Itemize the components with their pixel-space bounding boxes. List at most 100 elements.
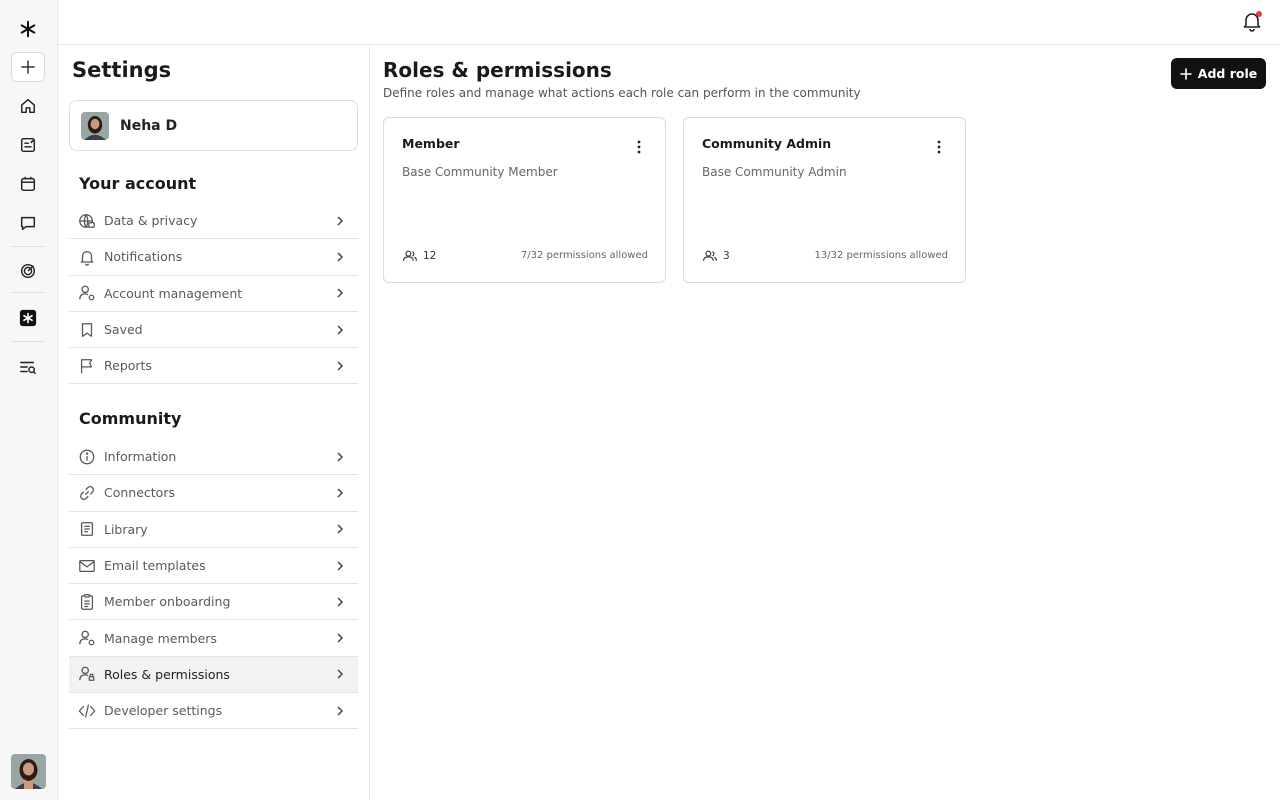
settings-title: Settings (72, 58, 172, 82)
sidebar-item-label: Connectors (104, 485, 175, 501)
chevron-right-icon (337, 488, 344, 498)
page-title: Roles & permissions (383, 58, 612, 82)
section-title-your-account: Your account (79, 174, 197, 193)
bookmark-icon (81, 322, 93, 337)
sidebar-item-manage-members[interactable]: Manage members (69, 620, 358, 657)
rail-divider (11, 292, 45, 293)
sidebar-item-label: Information (104, 449, 177, 465)
code-icon (78, 704, 96, 718)
role-member-count: 3 (702, 248, 730, 264)
chevron-right-icon (337, 452, 344, 462)
chevron-right-icon (337, 669, 344, 679)
rail-divider (11, 246, 45, 247)
chevron-right-icon (337, 252, 344, 262)
role-permissions-summary: 7/32 permissions allowed (520, 250, 648, 261)
chevron-right-icon (337, 597, 344, 607)
search-list-icon[interactable] (11, 352, 45, 382)
more-vertical-icon[interactable] (633, 139, 645, 155)
sidebar-item-label: Developer settings (104, 703, 223, 719)
member-count-value: 12 (423, 250, 437, 262)
sidebar-item-label: Saved (104, 322, 143, 338)
notifications-bell-icon[interactable] (1241, 10, 1263, 32)
calendar-icon[interactable] (11, 169, 45, 199)
chevron-right-icon (337, 361, 344, 371)
role-card-community-admin[interactable]: Community Admin Base Community Admin 3 1… (683, 117, 966, 283)
new-button[interactable] (11, 52, 45, 82)
sidebar-item-email-templates[interactable]: Email templates (69, 548, 358, 585)
role-name: Member (402, 136, 460, 151)
sidebar-item-developer-settings[interactable]: Developer settings (69, 693, 358, 730)
book-icon (80, 522, 94, 537)
role-description: Base Community Admin (702, 165, 847, 179)
chat-icon[interactable] (11, 208, 45, 238)
rail-divider (11, 341, 45, 342)
chevron-right-icon (337, 288, 344, 298)
sidebar-item-label: Reports (104, 358, 152, 374)
sidebar-item-information[interactable]: Information (69, 439, 358, 476)
home-icon[interactable] (11, 91, 45, 121)
chevron-right-icon (337, 524, 344, 534)
section-title-community: Community (79, 409, 182, 428)
add-role-button[interactable]: Add role (1171, 58, 1266, 89)
sidebar-item-label: Notifications (104, 249, 183, 265)
sidebar-item-label: Manage members (104, 630, 217, 646)
link-icon (80, 485, 94, 500)
role-card-member[interactable]: Member Base Community Member 12 7/32 per… (383, 117, 666, 283)
info-icon (79, 449, 95, 465)
profile-name: Neha D (120, 117, 178, 134)
notification-badge (1256, 11, 1262, 17)
sidebar-item-data-privacy[interactable]: Data & privacy (69, 203, 358, 240)
user-lock-icon (79, 667, 95, 682)
role-name: Community Admin (702, 136, 832, 151)
user-gear-icon (79, 630, 95, 646)
sidebar-item-label: Account management (104, 285, 243, 301)
chevron-right-icon (337, 216, 344, 226)
role-member-count: 12 (402, 248, 436, 264)
flag-icon (80, 358, 93, 374)
role-description: Base Community Member (402, 165, 558, 179)
plus-icon (1179, 67, 1192, 80)
chevron-right-icon (337, 706, 344, 716)
avatar (81, 111, 109, 140)
clipboard-icon (80, 593, 94, 610)
sidebar-item-label: Data & privacy (104, 213, 198, 229)
more-vertical-icon[interactable] (933, 139, 945, 155)
sidebar-item-notifications[interactable]: Notifications (69, 239, 358, 276)
page-subtitle: Define roles and manage what actions eac… (383, 86, 861, 100)
top-bar (58, 0, 1280, 45)
sidebar-item-label: Library (104, 521, 148, 537)
chevron-right-icon (337, 633, 344, 643)
sidebar-item-connectors[interactable]: Connectors (69, 475, 358, 512)
user-avatar[interactable] (11, 754, 46, 789)
sidebar-item-label: Email templates (104, 558, 206, 574)
account-menu: Data & privacy Notifications Account man… (69, 203, 358, 385)
sidebar-item-label: Member onboarding (104, 594, 231, 610)
sidebar-item-saved[interactable]: Saved (69, 312, 358, 349)
role-permissions-summary: 13/32 permissions allowed (814, 250, 948, 261)
sidebar-item-reports[interactable]: Reports (69, 348, 358, 385)
users-icon (403, 250, 417, 261)
chevron-right-icon (337, 325, 344, 335)
app-logo-icon[interactable] (11, 14, 45, 44)
bell-icon (80, 250, 94, 266)
sidebar-item-roles-permissions[interactable]: Roles & permissions (69, 656, 358, 694)
notes-icon[interactable] (11, 130, 45, 160)
user-gear-icon (79, 285, 95, 301)
community-app-icon[interactable] (11, 303, 45, 333)
add-role-label: Add role (1197, 66, 1258, 81)
sidebar-item-account-management[interactable]: Account management (69, 276, 358, 312)
analytics-icon[interactable] (11, 256, 45, 286)
globe-lock-icon (79, 213, 95, 228)
sidebar-item-library[interactable]: Library (69, 512, 358, 548)
settings-sidebar: Settings Neha D Your account Data & priv… (58, 45, 370, 800)
sidebar-item-member-onboarding[interactable]: Member onboarding (69, 584, 358, 621)
mail-icon (79, 559, 95, 572)
sidebar-item-label: Roles & permissions (104, 666, 230, 682)
app-rail (0, 0, 58, 800)
profile-card[interactable]: Neha D (69, 100, 358, 151)
main-content: Roles & permissions Define roles and man… (370, 45, 1280, 800)
chevron-right-icon (337, 561, 344, 571)
community-menu: Information Connectors Library Email tem… (69, 439, 358, 730)
member-count-value: 3 (723, 250, 730, 262)
users-icon (703, 250, 717, 261)
